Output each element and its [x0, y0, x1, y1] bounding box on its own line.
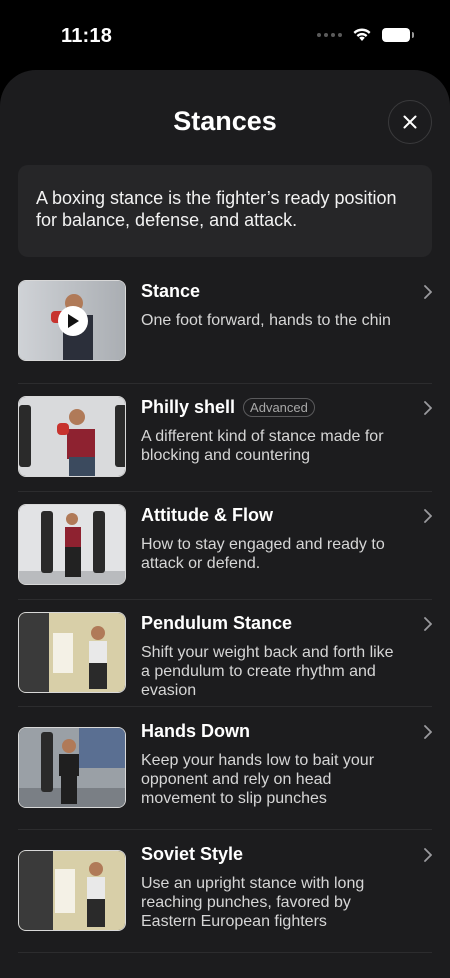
item-title-label: Soviet Style [141, 844, 244, 864]
play-button[interactable] [58, 306, 88, 336]
thumbnail-soviet-style [18, 850, 126, 931]
item-description: Keep your hands low to bait your opponen… [141, 752, 375, 807]
chevron-right-icon [424, 285, 432, 299]
list-item-attitude-flow[interactable]: Attitude & Flow How to stay engaged and … [18, 492, 432, 600]
item-description: How to stay engaged and ready to attack … [141, 536, 385, 572]
thumbnail-image [19, 505, 125, 584]
thumbnail-image [19, 851, 125, 930]
item-title-label: Pendulum Stance [141, 613, 293, 633]
play-icon [68, 314, 79, 328]
list-item-stance[interactable]: Stance One foot forward, hands to the ch… [18, 277, 432, 384]
item-text: Pendulum Stance Shift your weight back a… [141, 613, 406, 700]
chevron-right-icon [424, 617, 432, 631]
battery-icon [382, 27, 414, 42]
status-icons [317, 27, 414, 42]
thumbnail-image [19, 728, 125, 807]
item-title-label: Attitude & Flow [141, 505, 273, 525]
item-text: Attitude & Flow How to stay engaged and … [141, 505, 406, 573]
thumbnail-pendulum-stance [18, 612, 126, 693]
item-text: Philly shell Advanced A different kind o… [141, 397, 406, 465]
status-bar: 11:18 [0, 0, 450, 70]
item-title: Attitude & Flow [141, 505, 406, 526]
chevron-right-icon [424, 509, 432, 523]
sheet-title: Stances [173, 106, 277, 136]
list-item-pendulum-stance[interactable]: Pendulum Stance Shift your weight back a… [18, 600, 432, 707]
stance-list: Stance One foot forward, hands to the ch… [0, 277, 450, 953]
close-icon [403, 115, 417, 129]
list-item-hands-down[interactable]: Hands Down Keep your hands low to bait y… [18, 707, 432, 830]
item-title: Philly shell Advanced [141, 397, 406, 418]
stances-sheet: Stances A boxing stance is the fighter’s… [0, 70, 450, 978]
item-description: One foot forward, hands to the chin [141, 312, 391, 329]
signal-icon [317, 32, 342, 37]
wifi-icon [353, 28, 371, 41]
item-text: Stance One foot forward, hands to the ch… [141, 281, 406, 330]
status-time: 11:18 [61, 25, 113, 47]
item-text: Hands Down Keep your hands low to bait y… [141, 721, 406, 808]
item-text: Soviet Style Use an upright stance with … [141, 844, 406, 931]
close-button[interactable] [388, 100, 432, 144]
thumbnail-attitude-flow [18, 504, 126, 585]
chevron-right-icon [424, 401, 432, 415]
item-description: Use an upright stance with long reaching… [141, 875, 365, 930]
thumbnail-stance [18, 280, 126, 361]
thumbnail-hands-down [18, 727, 126, 808]
thumbnail-philly-shell [18, 396, 126, 477]
list-item-philly-shell[interactable]: Philly shell Advanced A different kind o… [18, 384, 432, 492]
item-description: Shift your weight back and forth like a … [141, 644, 394, 699]
item-description: A different kind of stance made for bloc… [141, 428, 384, 464]
item-title-label: Philly shell [141, 397, 236, 417]
chevron-right-icon [424, 848, 432, 862]
thumbnail-image [19, 397, 125, 476]
difficulty-badge: Advanced [243, 398, 315, 417]
item-title: Stance [141, 281, 406, 302]
intro-description: A boxing stance is the fighter’s ready p… [18, 165, 432, 257]
screen: 11:18 Stances A boxing stance is the fig… [0, 0, 450, 978]
item-title-label: Hands Down [141, 721, 251, 741]
thumbnail-image [19, 613, 125, 692]
item-title-label: Stance [141, 281, 201, 301]
item-title: Soviet Style [141, 844, 406, 865]
item-title: Hands Down [141, 721, 406, 742]
chevron-right-icon [424, 725, 432, 739]
item-title: Pendulum Stance [141, 613, 406, 634]
list-item-soviet-style[interactable]: Soviet Style Use an upright stance with … [18, 830, 432, 953]
